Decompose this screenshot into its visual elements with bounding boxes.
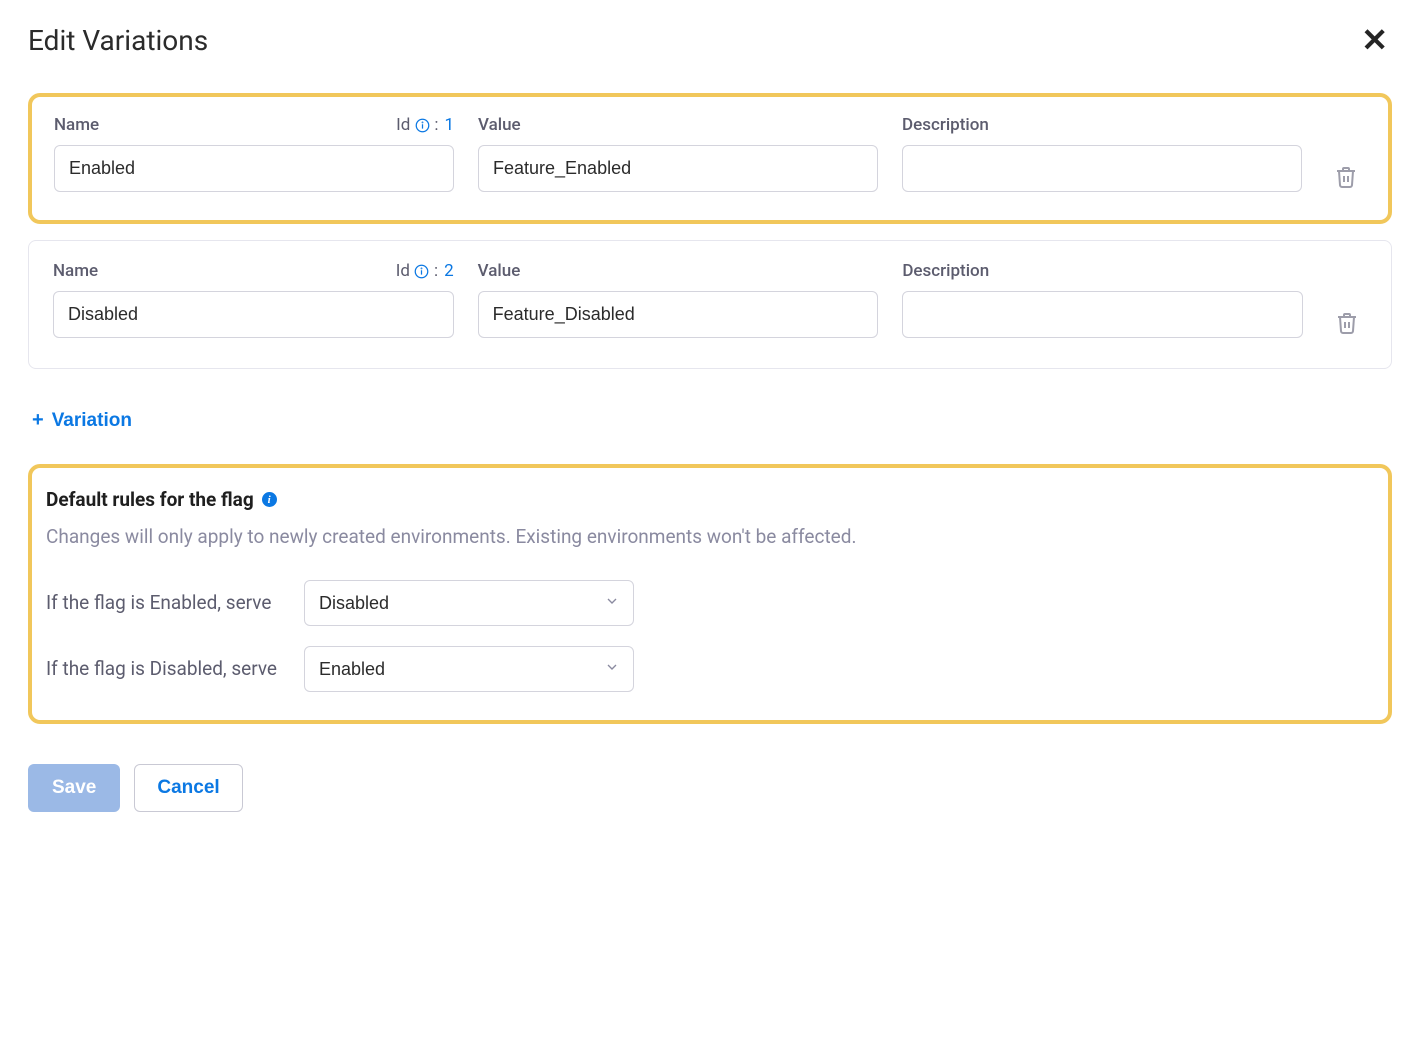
cancel-button[interactable]: Cancel: [134, 764, 242, 812]
value-label: Value: [478, 261, 521, 281]
info-icon[interactable]: [414, 263, 430, 279]
rule-disabled-label: If the flag is Disabled, serve: [46, 656, 286, 682]
variation-value-input[interactable]: [478, 145, 878, 192]
variation-name-input[interactable]: [53, 291, 454, 338]
add-variation-label: Variation: [52, 410, 132, 432]
variation-description-input[interactable]: [902, 145, 1302, 192]
variation-id-value: 2: [444, 261, 454, 281]
dialog-title: Edit Variations: [28, 24, 208, 57]
trash-icon: [1334, 165, 1358, 192]
plus-icon: +: [32, 409, 44, 432]
variation-card-2: Name Id : 2 Value: [28, 240, 1392, 369]
id-label-group: Id : 1: [396, 115, 454, 135]
default-rules-panel: Default rules for the flag i Changes wil…: [28, 464, 1392, 724]
name-label: Name: [54, 115, 99, 135]
close-icon: ✕: [1361, 22, 1388, 58]
variation-card-1: Name Id : 1 Value: [28, 93, 1392, 224]
name-label: Name: [53, 261, 98, 281]
save-button[interactable]: Save: [28, 764, 120, 812]
variation-value-input[interactable]: [478, 291, 879, 338]
value-label: Value: [478, 115, 521, 135]
rule-enabled-label: If the flag is Enabled, serve: [46, 590, 286, 616]
rule-disabled-select[interactable]: Enabled: [304, 646, 634, 692]
info-icon[interactable]: i: [262, 492, 277, 507]
variations-list: Name Id : 1 Value: [28, 93, 1392, 436]
rule-enabled-select[interactable]: Disabled: [304, 580, 634, 626]
delete-variation-button[interactable]: [1327, 290, 1367, 338]
close-button[interactable]: ✕: [1357, 24, 1392, 56]
description-label: Description: [902, 261, 989, 281]
add-variation-button[interactable]: + Variation: [32, 405, 132, 436]
variation-id-value: 1: [444, 115, 454, 135]
footer-actions: Save Cancel: [28, 764, 1392, 812]
description-label: Description: [902, 115, 989, 135]
id-label-group: Id : 2: [396, 261, 454, 281]
default-rules-subtitle: Changes will only apply to newly created…: [46, 525, 1374, 548]
variation-name-input[interactable]: [54, 145, 454, 192]
trash-icon: [1335, 311, 1359, 338]
delete-variation-button[interactable]: [1326, 144, 1366, 192]
default-rules-title: Default rules for the flag: [46, 488, 254, 511]
info-icon[interactable]: [414, 117, 430, 133]
variation-description-input[interactable]: [902, 291, 1303, 338]
